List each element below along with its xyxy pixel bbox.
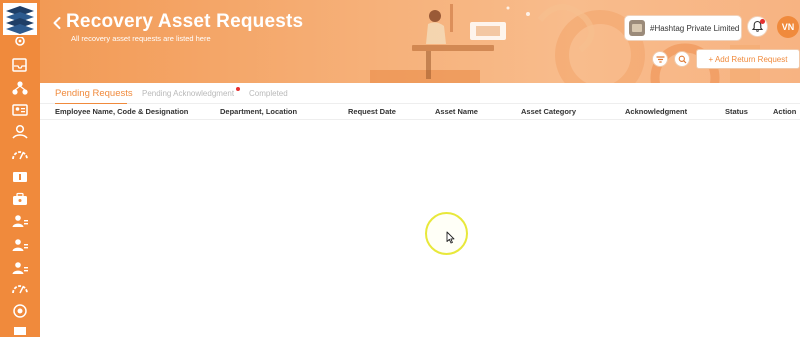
tab-completed[interactable]: Completed [249,89,288,98]
page-header-banner: Recovery Asset Requests All recovery ass… [40,0,800,83]
notification-badge [760,19,765,24]
user-group-icon[interactable] [11,260,29,276]
monitor-icon[interactable] [11,326,29,337]
column-header[interactable]: Department, Location [220,107,297,116]
briefcase-icon[interactable] [11,191,29,207]
table-header-row: Employee Name, Code & Designation Depart… [40,104,800,120]
id-card-icon[interactable] [11,102,29,118]
column-header[interactable]: Status [725,107,748,116]
target-icon[interactable] [11,303,29,319]
payroll-icon[interactable] [11,169,29,185]
network-icon[interactable] [11,80,29,96]
settings-icon[interactable] [11,37,29,53]
column-header[interactable]: Employee Name, Code & Designation [55,107,188,116]
mouse-cursor-icon [446,231,455,249]
gauge-icon[interactable] [11,281,29,297]
search-button[interactable] [674,51,690,67]
column-header[interactable]: Action [773,107,796,116]
avatar[interactable]: VN [777,16,799,38]
back-icon[interactable] [52,16,62,30]
notifications-button[interactable] [747,16,768,37]
user-group-icon[interactable] [11,237,29,253]
company-name: #Hashtag Private Limited [650,23,740,33]
column-header[interactable]: Asset Category [521,107,576,116]
inbox-icon[interactable] [11,57,29,73]
hand-heart-icon[interactable] [11,124,29,140]
request-tabs: Pending Requests Pending Acknowledgment … [40,83,800,104]
tab-pending-requests[interactable]: Pending Requests [55,88,133,99]
app-logo[interactable] [3,3,37,35]
gauge-icon[interactable] [11,147,29,163]
filter-icon [655,56,665,63]
search-icon [678,55,686,64]
company-selector[interactable]: #Hashtag Private Limited [624,15,742,41]
company-logo [629,20,645,36]
page-title: Recovery Asset Requests [66,11,304,32]
column-header[interactable]: Request Date [348,107,396,116]
app-root: Recovery Asset Requests All recovery ass… [0,0,800,337]
page-subtitle: All recovery asset requests are listed h… [71,34,211,43]
add-return-request-button[interactable]: + Add Return Request [696,49,800,69]
column-header[interactable]: Asset Name [435,107,478,116]
sidebar [0,0,40,337]
tab-notification-dot [236,87,240,91]
column-header[interactable]: Acknowledgment [625,107,687,116]
filter-button[interactable] [652,51,668,67]
tab-pending-acknowledgment[interactable]: Pending Acknowledgment [142,89,234,98]
user-group-icon[interactable] [11,213,29,229]
